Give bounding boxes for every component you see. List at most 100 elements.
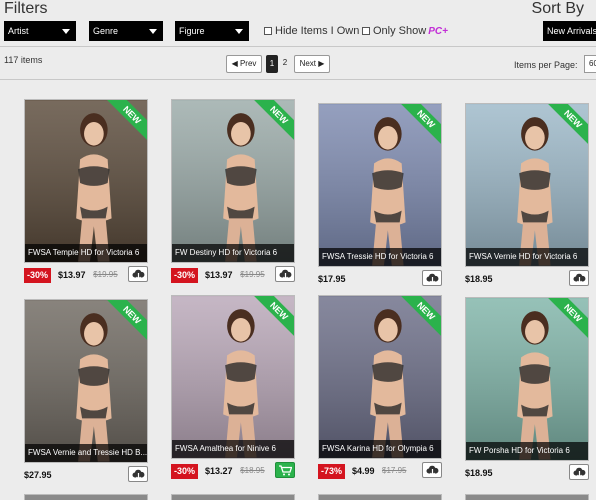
download-button[interactable] [128, 466, 148, 482]
product-image[interactable] [465, 494, 589, 500]
product-image[interactable]: NEW FWSA Tressie HD for Victoria 6 [318, 103, 442, 267]
genre-dropdown[interactable]: Genre [89, 21, 163, 41]
price-row: -73% $4.99 $17.95 [318, 462, 442, 484]
product-name: FW Destiny HD for Victoria 6 [175, 248, 278, 257]
product-figure-image [466, 298, 588, 460]
product-image[interactable] [171, 494, 295, 500]
original-price: $18.95 [240, 466, 265, 475]
product-image[interactable]: NEW FWSA Tempie HD for Victoria 6 [24, 99, 148, 263]
page-2-button[interactable]: 2 [279, 55, 291, 73]
product-image[interactable] [24, 494, 148, 500]
only-show-pcplus-checkbox[interactable]: Only Show PC+ [362, 25, 448, 37]
chevron-down-icon [62, 29, 70, 34]
original-price: $19.95 [93, 270, 118, 279]
download-icon [279, 269, 292, 280]
page-1-button[interactable]: 1 [266, 55, 278, 73]
product-card[interactable]: NEW FWSA Vernie and Tressie HD B... $27.… [24, 299, 148, 488]
price: $13.97 [58, 270, 86, 280]
product-card[interactable]: NEW FWSA Karina HD for Olympia 6 -73% $4… [318, 295, 442, 484]
product-card[interactable]: NEW FW Destiny HD for Victoria 6 -30% $1… [171, 99, 295, 288]
product-figure-image [319, 104, 441, 266]
download-button[interactable] [569, 464, 589, 480]
product-name-bar: FWSA Vernie HD for Victoria 6 [466, 248, 588, 266]
product-figure-image [25, 100, 147, 262]
product-card[interactable] [24, 494, 148, 500]
artist-dropdown-label: Artist [8, 26, 29, 36]
product-figure-image [172, 100, 294, 262]
prev-label: Prev [239, 59, 257, 68]
checkbox-box[interactable] [264, 27, 272, 35]
download-icon [426, 465, 439, 476]
download-button[interactable] [275, 266, 295, 282]
product-card[interactable]: NEW FWSA Vernie HD for Victoria 6 $18.95 [465, 103, 589, 292]
download-button[interactable] [422, 270, 442, 286]
product-name: FWSA Tempie HD for Victoria 6 [28, 248, 140, 257]
product-name-bar: FWSA Vernie and Tressie HD B... [25, 444, 147, 462]
artist-dropdown[interactable]: Artist [4, 21, 76, 41]
price-row: -30% $13.97 $19.95 [24, 266, 148, 288]
product-card[interactable] [171, 494, 295, 500]
product-image[interactable]: NEW FWSA Karina HD for Olympia 6 [318, 295, 442, 459]
only-show-label: Only Show [373, 25, 427, 37]
price-row: -30% $13.27 $18.95 [171, 462, 295, 484]
chevron-right-icon: ▶ [318, 59, 325, 68]
divider [0, 46, 596, 47]
product-name: FW Porsha HD for Victoria 6 [469, 446, 570, 455]
product-figure-image [172, 296, 294, 458]
price-row: -30% $13.97 $19.95 [171, 266, 295, 288]
discount-badge: -30% [24, 268, 52, 283]
sort-by-title: Sort By [531, 0, 584, 17]
product-name: FWSA Amalthea for Ninive 6 [175, 444, 276, 453]
product-name-bar: FWSA Karina HD for Olympia 6 [319, 440, 441, 458]
download-button[interactable] [422, 462, 442, 478]
download-button[interactable] [128, 266, 148, 282]
product-image[interactable]: NEW FW Porsha HD for Victoria 6 [465, 297, 589, 461]
product-name-bar: FW Porsha HD for Victoria 6 [466, 442, 588, 460]
sort-dropdown[interactable]: New Arrivals [543, 21, 596, 41]
hide-owned-label: Hide Items I Own [275, 25, 360, 37]
product-name-bar: FWSA Amalthea for Ninive 6 [172, 440, 294, 458]
download-icon [132, 469, 145, 480]
product-image[interactable]: NEW FWSA Amalthea for Ninive 6 [171, 295, 295, 459]
checkbox-box[interactable] [362, 27, 370, 35]
product-figure-image [319, 296, 441, 458]
price: $13.27 [205, 466, 233, 476]
price: $27.95 [24, 470, 52, 480]
price: $18.95 [465, 468, 493, 478]
genre-dropdown-label: Genre [93, 26, 119, 36]
download-icon [573, 273, 586, 284]
product-image[interactable]: NEW FW Destiny HD for Victoria 6 [171, 99, 295, 263]
filters-title: Filters [4, 0, 48, 17]
price-row: $27.95 [24, 466, 148, 488]
product-figure-image [25, 300, 147, 462]
price: $4.99 [352, 466, 375, 476]
items-per-page-select[interactable]: 60 [584, 55, 596, 73]
download-button[interactable] [569, 270, 589, 286]
price: $17.95 [318, 274, 346, 284]
product-name-bar: FW Destiny HD for Victoria 6 [172, 244, 294, 262]
figure-dropdown[interactable]: Figure [175, 21, 249, 41]
original-price: $19.95 [240, 270, 265, 279]
product-card[interactable] [465, 494, 589, 500]
divider [0, 79, 596, 80]
cart-icon [279, 465, 292, 476]
original-price: $17.95 [382, 466, 407, 475]
hide-owned-checkbox[interactable]: Hide Items I Own [264, 25, 359, 37]
discount-badge: -73% [318, 464, 346, 479]
price: $13.97 [205, 270, 233, 280]
next-button[interactable]: Next ▶ [294, 55, 330, 73]
product-card[interactable] [318, 494, 442, 500]
product-image[interactable]: NEW FWSA Vernie HD for Victoria 6 [465, 103, 589, 267]
chevron-down-icon [235, 29, 243, 34]
product-name-bar: FWSA Tressie HD for Victoria 6 [319, 248, 441, 266]
chevron-left-icon: ◀ [231, 59, 238, 68]
product-image[interactable]: NEW FWSA Vernie and Tressie HD B... [24, 299, 148, 463]
product-card[interactable]: NEW FWSA Tempie HD for Victoria 6 -30% $… [24, 99, 148, 288]
product-card[interactable]: NEW FWSA Tressie HD for Victoria 6 $17.9… [318, 103, 442, 292]
add-to-cart-button[interactable] [275, 462, 295, 478]
product-card[interactable]: NEW FW Porsha HD for Victoria 6 $18.95 [465, 297, 589, 486]
product-image[interactable] [318, 494, 442, 500]
prev-button[interactable]: ◀ Prev [226, 55, 262, 73]
product-card[interactable]: NEW FWSA Amalthea for Ninive 6 -30% $13.… [171, 295, 295, 484]
product-figure-image [466, 104, 588, 266]
